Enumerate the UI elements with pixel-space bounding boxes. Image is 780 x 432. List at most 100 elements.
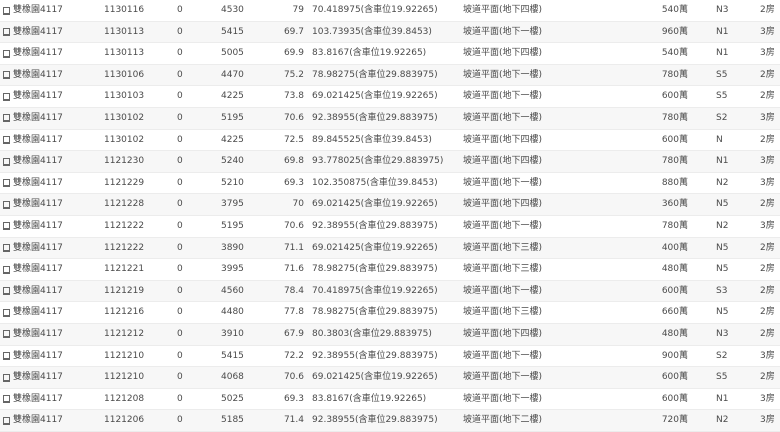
project-name-cell: 雙橡園4117 bbox=[13, 285, 63, 296]
building-icon bbox=[3, 308, 10, 317]
unit-price-cell: 70.6 bbox=[283, 372, 304, 383]
table-row[interactable]: 雙橡園4117 1121216 0 4480 77.8 78.98275(含車位29.88… bbox=[0, 302, 780, 324]
unit-code-cell: N3 bbox=[716, 5, 729, 15]
transaction-date-cell: 1121210 bbox=[104, 372, 145, 383]
transaction-date-cell: 1121222 bbox=[104, 220, 145, 231]
parking-price-cell: 600萬 bbox=[661, 134, 688, 145]
unit-code-cell: N5 bbox=[716, 264, 729, 275]
transactions-table: 雙橡園4117 1130116 0 4530 79 70.418975(含車位19.922… bbox=[0, 0, 780, 432]
total-price-cell: 4225 bbox=[221, 91, 244, 102]
parking-type-cell: 坡道平面(地下四樓) bbox=[463, 328, 543, 339]
project-name-cell: 雙橡園4117 bbox=[13, 48, 63, 59]
building-icon bbox=[3, 287, 10, 296]
table-row[interactable]: 雙橡園4117 1121222 0 5195 70.6 92.38955(含車位29.88… bbox=[0, 216, 780, 238]
table-row[interactable]: 雙橡園4117 1121219 0 4560 78.4 70.418975(含車位19.9… bbox=[0, 280, 780, 303]
table-row[interactable]: 雙橡園4117 1130113 0 5415 69.7 103.73935(含車位39.8… bbox=[0, 21, 780, 44]
zero-value-cell: 0 bbox=[177, 134, 183, 145]
unit-code-cell: N1 bbox=[716, 393, 729, 404]
zero-value-cell: 0 bbox=[177, 69, 183, 80]
zero-value-cell: 0 bbox=[177, 328, 183, 339]
table-row[interactable]: 雙橡園4117 1121222 0 3890 71.1 69.021425(含車位19.9… bbox=[0, 237, 780, 260]
unit-code-cell: N2 bbox=[716, 177, 729, 188]
table-row[interactable]: 雙橡園4117 1130102 0 4225 72.5 89.845525(含車位39.8… bbox=[0, 130, 780, 152]
parking-price-cell: 600萬 bbox=[661, 91, 688, 102]
zero-value-cell: 0 bbox=[177, 285, 183, 296]
table-row[interactable]: 雙橡園4117 1130106 0 4470 75.2 78.98275(含車位29.88… bbox=[0, 64, 780, 87]
table-row[interactable]: 雙橡園4117 1121229 0 5210 69.3 102.350875(含車位39.… bbox=[0, 173, 780, 195]
unit-code-cell: S5 bbox=[716, 91, 728, 102]
unit-price-cell: 78.4 bbox=[283, 285, 304, 296]
unit-code-cell: S3 bbox=[716, 285, 728, 296]
parking-type-cell: 坡道平面(地下一樓) bbox=[463, 177, 543, 188]
parking-type-cell: 坡道平面(地下一樓) bbox=[463, 220, 543, 231]
table-row[interactable]: 雙橡園4117 1121221 0 3995 71.6 78.98275(含車位29.88… bbox=[0, 259, 780, 281]
project-name-cell: 雙橡園4117 bbox=[13, 307, 63, 318]
table-row[interactable]: 雙橡園4117 1130102 0 5195 70.6 92.38955(含車位29.88… bbox=[0, 107, 780, 130]
transaction-date-cell: 1130102 bbox=[104, 112, 145, 123]
area-detail-cell: 78.98275(含車位29.883975) bbox=[312, 264, 438, 275]
room-type-cell: 3房 bbox=[760, 415, 775, 426]
project-name-cell: 雙橡園4117 bbox=[13, 242, 63, 253]
zero-value-cell: 0 bbox=[177, 393, 183, 404]
area-detail-cell: 83.8167(含車位19.92265) bbox=[312, 48, 427, 59]
room-type-cell: 3房 bbox=[760, 350, 775, 361]
transaction-date-cell: 1130102 bbox=[104, 134, 145, 145]
table-row[interactable]: 雙橡園4117 1121208 0 5025 69.3 83.8167(含車位19.922… bbox=[0, 389, 780, 411]
parking-price-cell: 600萬 bbox=[661, 285, 688, 296]
zero-value-cell: 0 bbox=[177, 264, 183, 275]
parking-price-cell: 660萬 bbox=[661, 307, 688, 318]
table-row[interactable]: 雙橡園4117 1121228 0 3795 70 69.021425(含車位19.922… bbox=[0, 194, 780, 216]
total-price-cell: 5195 bbox=[221, 112, 244, 123]
transaction-date-cell: 1121216 bbox=[104, 307, 145, 318]
parking-type-cell: 坡道平面(地下一樓) bbox=[463, 285, 543, 296]
area-detail-cell: 102.350875(含車位39.8453) bbox=[312, 177, 438, 188]
total-price-cell: 4530 bbox=[221, 5, 244, 15]
table-row[interactable]: 雙橡園4117 1130103 0 4225 73.8 69.021425(含車位19.9… bbox=[0, 86, 780, 108]
total-price-cell: 5415 bbox=[221, 26, 244, 37]
project-name-cell: 雙橡園4117 bbox=[13, 91, 63, 102]
zero-value-cell: 0 bbox=[177, 48, 183, 59]
table-row[interactable]: 雙橡園4117 1121210 0 4068 70.6 69.021425(含車位19.9… bbox=[0, 367, 780, 389]
area-detail-cell: 92.38955(含車位29.883975) bbox=[312, 112, 438, 123]
unit-code-cell: S5 bbox=[716, 372, 728, 383]
project-name-cell: 雙橡園4117 bbox=[13, 134, 63, 145]
table-row[interactable]: 雙橡園4117 1121212 0 3910 67.9 80.3803(含車位29.883… bbox=[0, 323, 780, 346]
zero-value-cell: 0 bbox=[177, 177, 183, 188]
unit-code-cell: N5 bbox=[716, 199, 729, 210]
table-row[interactable]: 雙橡園4117 1121210 0 5415 72.2 92.38955(含車位29.88… bbox=[0, 346, 780, 368]
project-name-cell: 雙橡園4117 bbox=[13, 112, 63, 123]
parking-type-cell: 坡道平面(地下三樓) bbox=[463, 307, 543, 318]
building-icon bbox=[3, 49, 10, 58]
table-row[interactable]: 雙橡園4117 1121230 0 5240 69.8 93.778025(含車位29.8… bbox=[0, 151, 780, 173]
unit-code-cell: N2 bbox=[716, 220, 729, 231]
parking-type-cell: 坡道平面(地下四樓) bbox=[463, 48, 543, 59]
table-row[interactable]: 雙橡園4117 1130116 0 4530 79 70.418975(含車位19.922… bbox=[0, 0, 780, 22]
room-type-cell: 3房 bbox=[760, 112, 775, 123]
building-icon bbox=[3, 136, 10, 145]
table-row[interactable]: 雙橡園4117 1121206 0 5185 71.4 92.38955(含車位29.88… bbox=[0, 410, 780, 432]
transaction-date-cell: 1130106 bbox=[104, 69, 145, 80]
transaction-date-cell: 1121206 bbox=[104, 415, 145, 426]
area-detail-cell: 93.778025(含車位29.883975) bbox=[312, 156, 444, 167]
parking-type-cell: 坡道平面(地下一樓) bbox=[463, 91, 543, 102]
unit-price-cell: 69.3 bbox=[283, 393, 304, 404]
table-row[interactable]: 雙橡園4117 1130113 0 5005 69.9 83.8167(含車位19.922… bbox=[0, 43, 780, 65]
parking-type-cell: 坡道平面(地下二樓) bbox=[463, 415, 543, 426]
unit-price-cell: 71.1 bbox=[283, 242, 304, 253]
area-detail-cell: 83.8167(含車位19.92265) bbox=[312, 393, 427, 404]
unit-code-cell: N5 bbox=[716, 307, 729, 318]
room-type-cell: 2房 bbox=[760, 5, 775, 15]
area-detail-cell: 103.73935(含車位39.8453) bbox=[312, 26, 432, 37]
parking-price-cell: 960萬 bbox=[661, 26, 688, 37]
area-detail-cell: 69.021425(含車位19.92265) bbox=[312, 242, 438, 253]
transaction-date-cell: 1121222 bbox=[104, 242, 145, 253]
parking-price-cell: 540萬 bbox=[661, 5, 688, 15]
room-type-cell: 2房 bbox=[760, 242, 775, 253]
unit-price-cell: 72.5 bbox=[283, 134, 304, 145]
building-icon bbox=[3, 6, 10, 15]
building-icon bbox=[3, 71, 10, 80]
zero-value-cell: 0 bbox=[177, 415, 183, 426]
total-price-cell: 3890 bbox=[221, 242, 244, 253]
zero-value-cell: 0 bbox=[177, 372, 183, 383]
unit-price-cell: 67.9 bbox=[283, 328, 304, 339]
